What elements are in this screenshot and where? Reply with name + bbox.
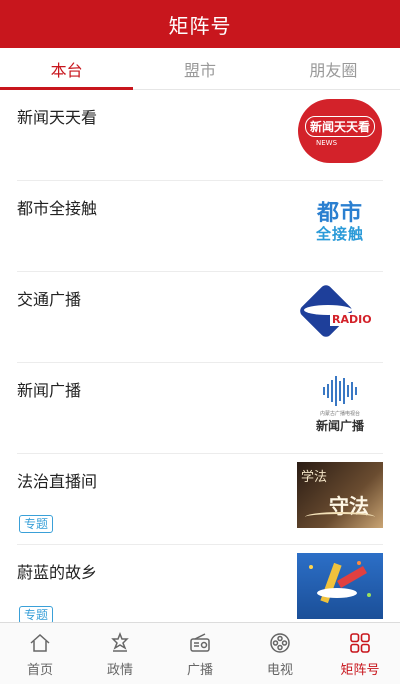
home-icon — [28, 631, 52, 655]
item-title: 新闻广播 — [17, 381, 82, 400]
list-item[interactable]: 蔚蓝的故乡 专题 — [17, 545, 383, 622]
item-title: 法治直播间 — [17, 472, 98, 491]
tabbar-item-matrix[interactable]: 矩阵号 — [320, 623, 400, 684]
tab-local[interactable]: 本台 — [0, 48, 134, 90]
item-title: 蔚蓝的故乡 — [17, 563, 98, 582]
logo-small: 内蒙古广播电视台 — [319, 410, 360, 417]
radio-icon — [188, 631, 212, 655]
tab-friends[interactable]: 朋友圈 — [267, 48, 400, 89]
app-header: 矩阵号 — [0, 0, 400, 48]
item-title: 交通广播 — [17, 290, 82, 309]
news-broadcast-logo: 内蒙古广播电视台 新闻广播 — [297, 371, 383, 437]
traffic-radio-logo: RADIO — [297, 280, 383, 346]
top-tabs: 本台 盟市 朋友圈 — [0, 48, 400, 90]
logo-sub: NEWS — [316, 138, 338, 147]
page-title: 矩阵号 — [168, 13, 232, 38]
list-item[interactable]: 交通广播 RADIO — [17, 272, 383, 363]
tabbar-label: 政情 — [106, 663, 133, 678]
tabbar-label: 广播 — [186, 663, 213, 678]
list-item[interactable]: 新闻广播 内蒙古广播电视台 新闻广播 — [17, 363, 383, 454]
news-everyday-logo: 新闻天天看 NEWS — [297, 98, 383, 164]
tv-icon — [268, 631, 292, 655]
matrix-icon — [348, 631, 372, 655]
tabbar-item-home[interactable]: 首页 — [0, 623, 80, 684]
tab-cities[interactable]: 盟市 — [133, 48, 266, 89]
tabbar-label: 电视 — [266, 663, 293, 678]
topic-badge: 专题 — [19, 606, 54, 622]
list-item[interactable]: 法治直播间 专题 学法 守法 — [17, 454, 383, 545]
logo-text: RADIO — [330, 313, 374, 326]
topic-badge: 专题 — [19, 515, 54, 533]
list-item[interactable]: 都市全接触 都市 全接触 — [17, 181, 383, 272]
tabbar-item-tv[interactable]: 电视 — [240, 623, 320, 684]
logo-top: 都市 — [316, 200, 363, 226]
dushi-logo: 都市 全接触 — [297, 189, 383, 255]
logo-bottom: 全接触 — [315, 224, 364, 243]
tabbar-label: 矩阵号 — [340, 663, 380, 678]
tabbar-item-radio[interactable]: 广播 — [160, 623, 240, 684]
logo-text: 新闻天天看 — [304, 115, 375, 137]
tabbar-item-politics[interactable]: 政情 — [80, 623, 160, 684]
tabbar-label: 首页 — [26, 663, 53, 678]
bottom-tabbar: 首页 政情 广播 电视 矩阵号 — [0, 622, 400, 684]
hometown-image — [297, 553, 383, 619]
logo-t1: 学法 — [301, 470, 328, 485]
law-logo: 学法 守法 — [297, 462, 383, 528]
logo-label: 新闻广播 — [315, 418, 364, 433]
list-item[interactable]: 新闻天天看 新闻天天看 NEWS — [17, 90, 383, 181]
item-title: 都市全接触 — [17, 199, 98, 218]
item-title: 新闻天天看 — [17, 108, 98, 127]
politics-icon — [108, 631, 132, 655]
account-list: 新闻天天看 新闻天天看 NEWS 都市全接触 都市 全接触 交通广播 RADIO — [0, 90, 400, 622]
soundwave-icon — [322, 375, 357, 407]
